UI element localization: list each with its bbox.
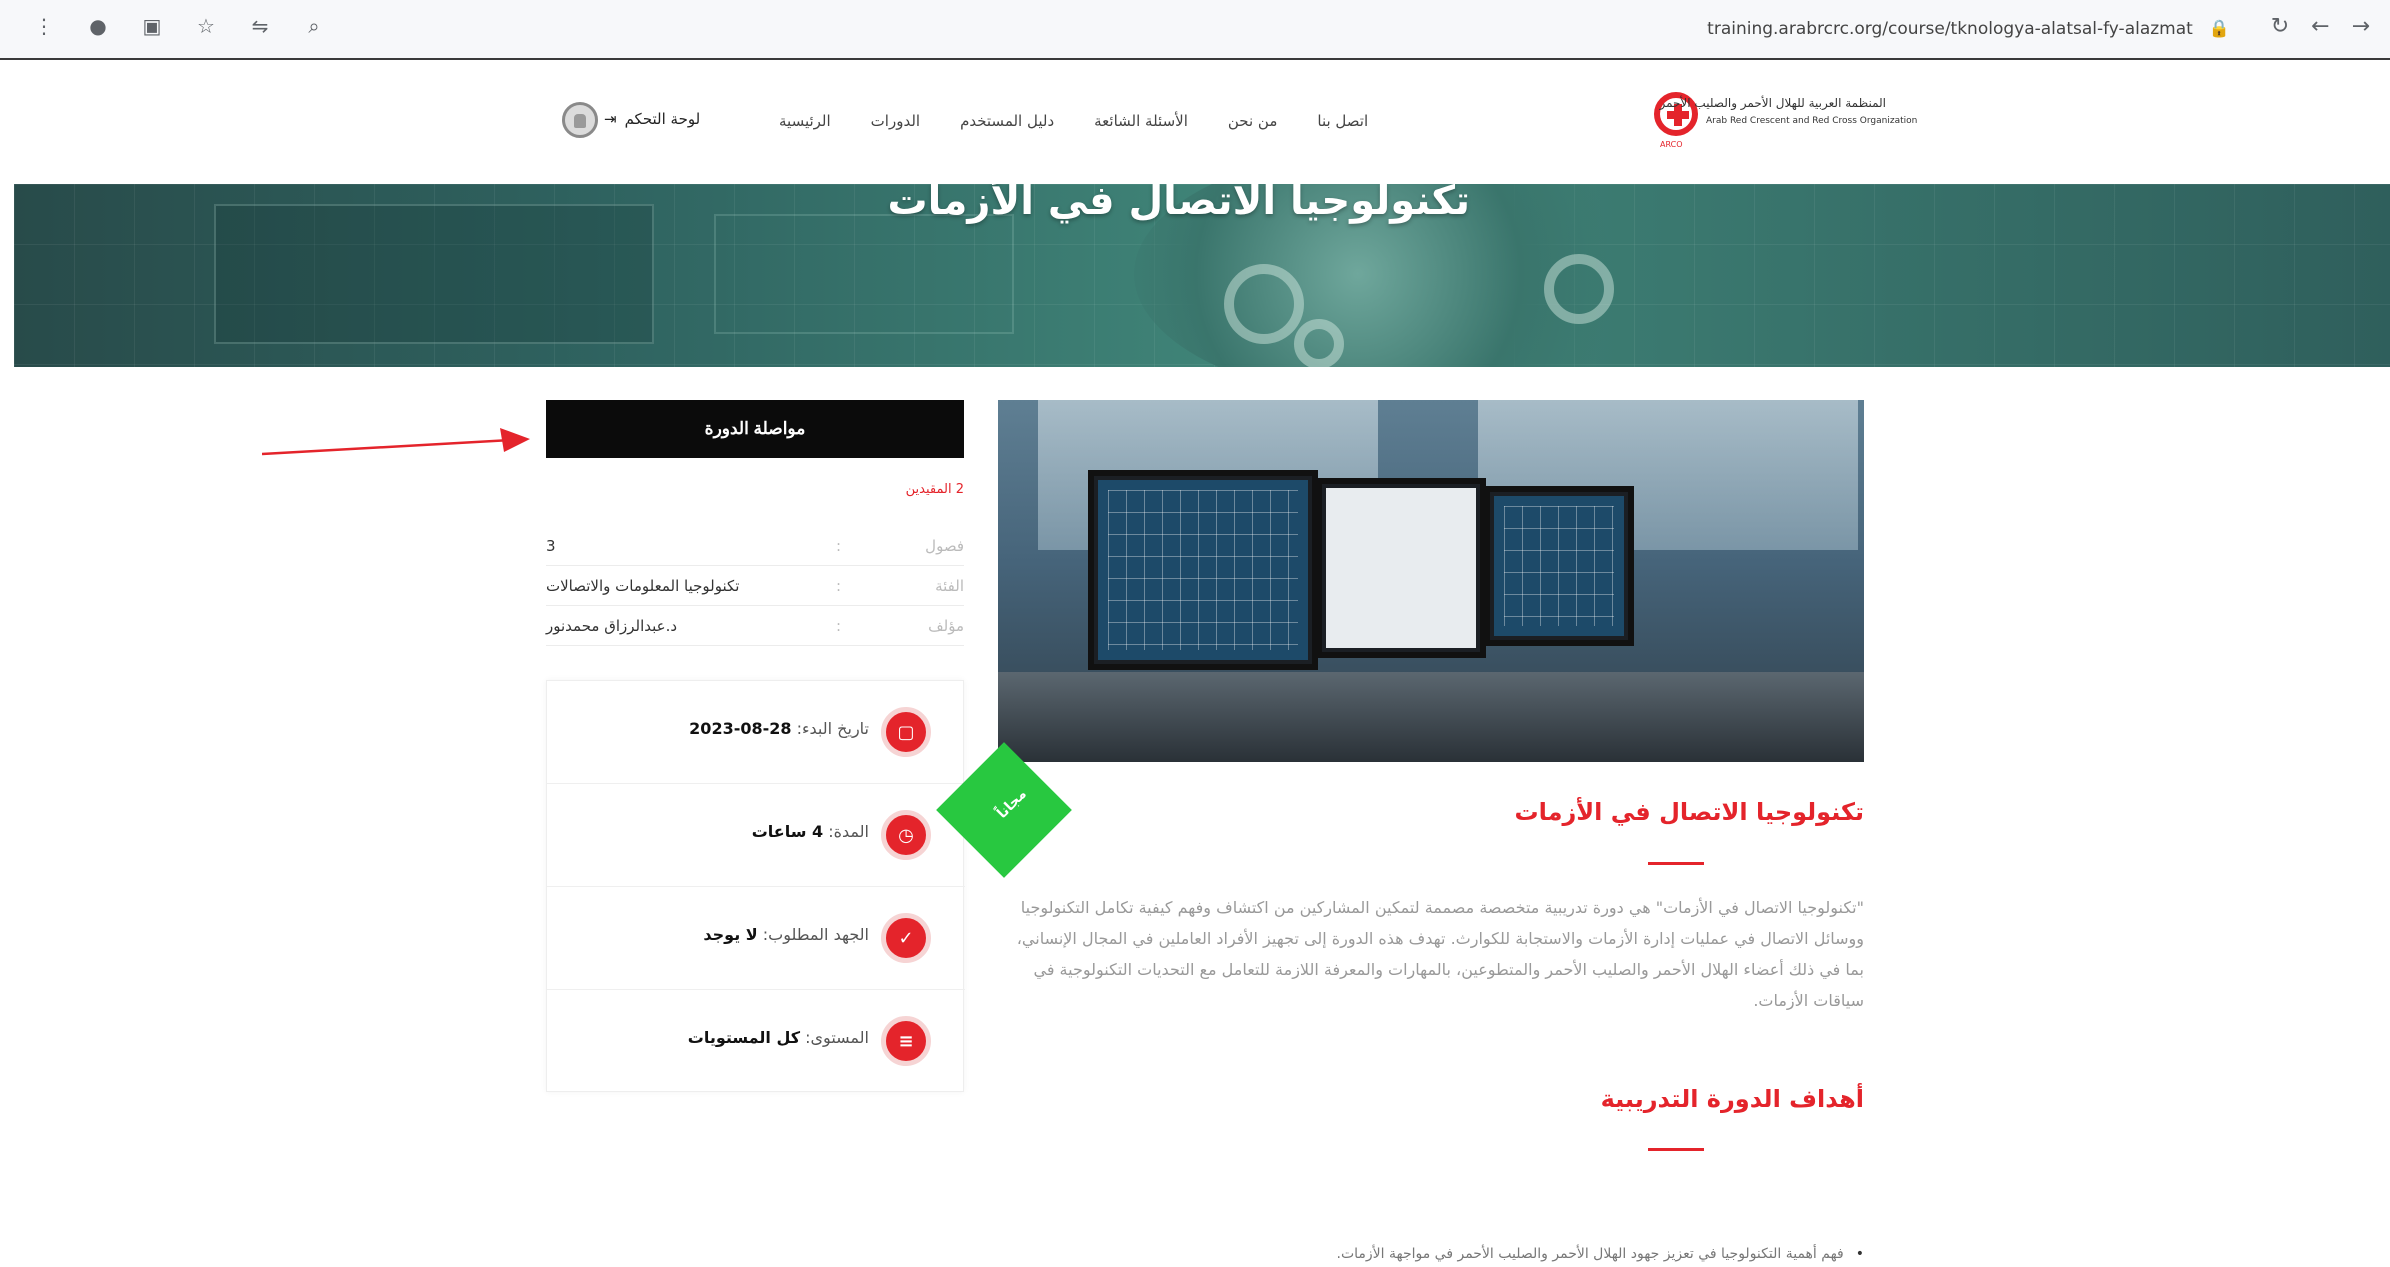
start-date-value: 28-08-2023	[689, 719, 792, 738]
level-text: المستوى: كل المستويات	[688, 1028, 869, 1047]
image-monitor-2	[1316, 478, 1486, 658]
hero-decor-panel-2	[714, 214, 1014, 334]
profile-icon[interactable]: ●	[84, 14, 112, 38]
dashboard-label: لوحة التحكم	[624, 110, 701, 128]
image-monitor-3	[1484, 486, 1634, 646]
calendar-icon: ▢	[881, 707, 931, 757]
category-value[interactable]: تكنولوجيا المعلومات والاتصالات	[546, 577, 739, 595]
start-date-label: تاريخ البدء:	[796, 719, 869, 738]
separator: :	[836, 536, 842, 555]
lock-icon: 🔒	[2208, 19, 2230, 39]
author-value[interactable]: د.عبدالرزاق محمدنور	[546, 617, 677, 635]
dashboard-link[interactable]: ⇥ لوحة التحكم	[604, 110, 700, 128]
nav-contact[interactable]: اتصل بنا	[1317, 112, 1368, 130]
start-date-text: تاريخ البدء: 28-08-2023	[689, 719, 869, 738]
course-image	[998, 400, 1864, 762]
hero-gear-3	[1294, 319, 1344, 367]
continue-course-button[interactable]: مواصلة الدورة	[546, 400, 964, 458]
duration-label: المدة:	[828, 822, 869, 841]
browser-toolbar: ⋮ ● ▣ ☆ ⇋ ⌕ training.arabrcrc.org/course…	[0, 0, 2390, 60]
clock-icon: ◷	[881, 810, 931, 860]
logo-abbreviation: ARCO	[1660, 140, 1683, 149]
enrolled-count: 2 المقيدين	[905, 482, 964, 497]
logout-icon: ⇥	[604, 110, 617, 128]
effort-label: الجهد المطلوب:	[762, 925, 869, 944]
goal-item: فهم أهمية التكنولوجيا في تعزيز جهود الهل…	[1337, 1246, 1865, 1262]
level-label: المستوى:	[805, 1028, 869, 1047]
separator: :	[836, 616, 842, 635]
url-text: training.arabrcrc.org/course/tknologya-a…	[1707, 19, 2193, 39]
meta-effort: ✓ الجهد المطلوب: لا يوجد	[547, 887, 965, 990]
chapters-value: 3	[546, 536, 556, 555]
nav-courses[interactable]: الدورات	[871, 112, 920, 130]
sidebar-icon[interactable]: ▣	[138, 14, 166, 38]
site-logo[interactable]: المنظمة العربية للهلال الأحمر والصليب ال…	[1654, 92, 1917, 152]
nav-about[interactable]: من نحن	[1228, 112, 1278, 130]
meta-start-date: ▢ تاريخ البدء: 28-08-2023	[547, 681, 965, 784]
chapters-label: فصول	[925, 536, 964, 555]
translate-icon[interactable]: ⇋	[246, 14, 274, 38]
logo-english-name: Arab Red Crescent and Red Cross Organiza…	[1706, 116, 1918, 126]
effort-text: الجهد المطلوب: لا يوجد	[703, 925, 869, 944]
hero-gear-1	[1224, 264, 1304, 344]
duration-text: المدة: 4 ساعات	[752, 822, 869, 841]
separator: :	[836, 576, 842, 595]
reload-icon[interactable]: ↻	[2271, 14, 2289, 39]
forward-icon[interactable]: →	[2352, 14, 2370, 39]
menu-icon[interactable]: ⋮	[30, 14, 58, 38]
address-bar[interactable]: training.arabrcrc.org/course/tknologya-a…	[1707, 12, 2230, 46]
hero-gear-2	[1544, 254, 1614, 324]
info-row-category: تكنولوجيا المعلومات والاتصالات : الفئة	[546, 566, 964, 606]
course-meta-box: ▢ تاريخ البدء: 28-08-2023 ◷ المدة: 4 ساع…	[546, 680, 965, 1093]
course-title: تكنولوجيا الاتصال في الأزمات	[1514, 798, 1864, 826]
main-nav: الرئيسية الدورات دليل المستخدم الأسئلة ا…	[779, 112, 1368, 130]
info-row-author: د.عبدالرزاق محمدنور : مؤلف	[546, 606, 964, 646]
user-avatar-icon[interactable]	[562, 102, 598, 138]
image-desk	[998, 672, 1864, 762]
annotation-arrow-icon	[262, 428, 530, 456]
bookmark-star-icon[interactable]: ☆	[192, 14, 220, 38]
author-label: مؤلف	[928, 616, 964, 635]
course-description: "تكنولوجيا الاتصال في الأزمات" هي دورة ت…	[1016, 898, 1864, 1010]
level-value: كل المستويات	[687, 1028, 801, 1047]
goals-title: أهداف الدورة التدريبية	[1600, 1085, 1864, 1113]
hero-banner: تكنولوجيا الاتصال في الأزمات	[14, 184, 2390, 367]
logo-arabic-name: المنظمة العربية للهلال الأحمر والصليب ال…	[1659, 96, 1886, 110]
meta-duration: ◷ المدة: 4 ساعات	[547, 784, 965, 887]
hero-decor-panel	[214, 204, 654, 344]
image-monitor-1	[1088, 470, 1318, 670]
info-row-chapters: 3 : فصول	[546, 526, 964, 566]
search-icon[interactable]: ⌕	[300, 14, 328, 38]
site-navbar: المنظمة العربية للهلال الأحمر والصليب ال…	[14, 62, 2390, 184]
meta-level: ≡ المستوى: كل المستويات	[547, 990, 965, 1093]
nav-home[interactable]: الرئيسية	[779, 112, 831, 130]
nav-faq[interactable]: الأسئلة الشائعة	[1094, 112, 1188, 130]
check-icon: ✓	[881, 913, 931, 963]
nav-user-guide[interactable]: دليل المستخدم	[960, 112, 1054, 130]
back-icon[interactable]: ←	[2311, 14, 2329, 39]
effort-value: لا يوجد	[703, 925, 758, 944]
hero-title: تكنولوجيا الاتصال في الأزمات	[887, 184, 1470, 224]
category-label: الفئة	[935, 576, 964, 595]
goals-underline	[1648, 1148, 1704, 1151]
list-icon: ≡	[881, 1016, 931, 1066]
duration-value: 4 ساعات	[751, 822, 824, 841]
title-underline	[1648, 862, 1704, 865]
